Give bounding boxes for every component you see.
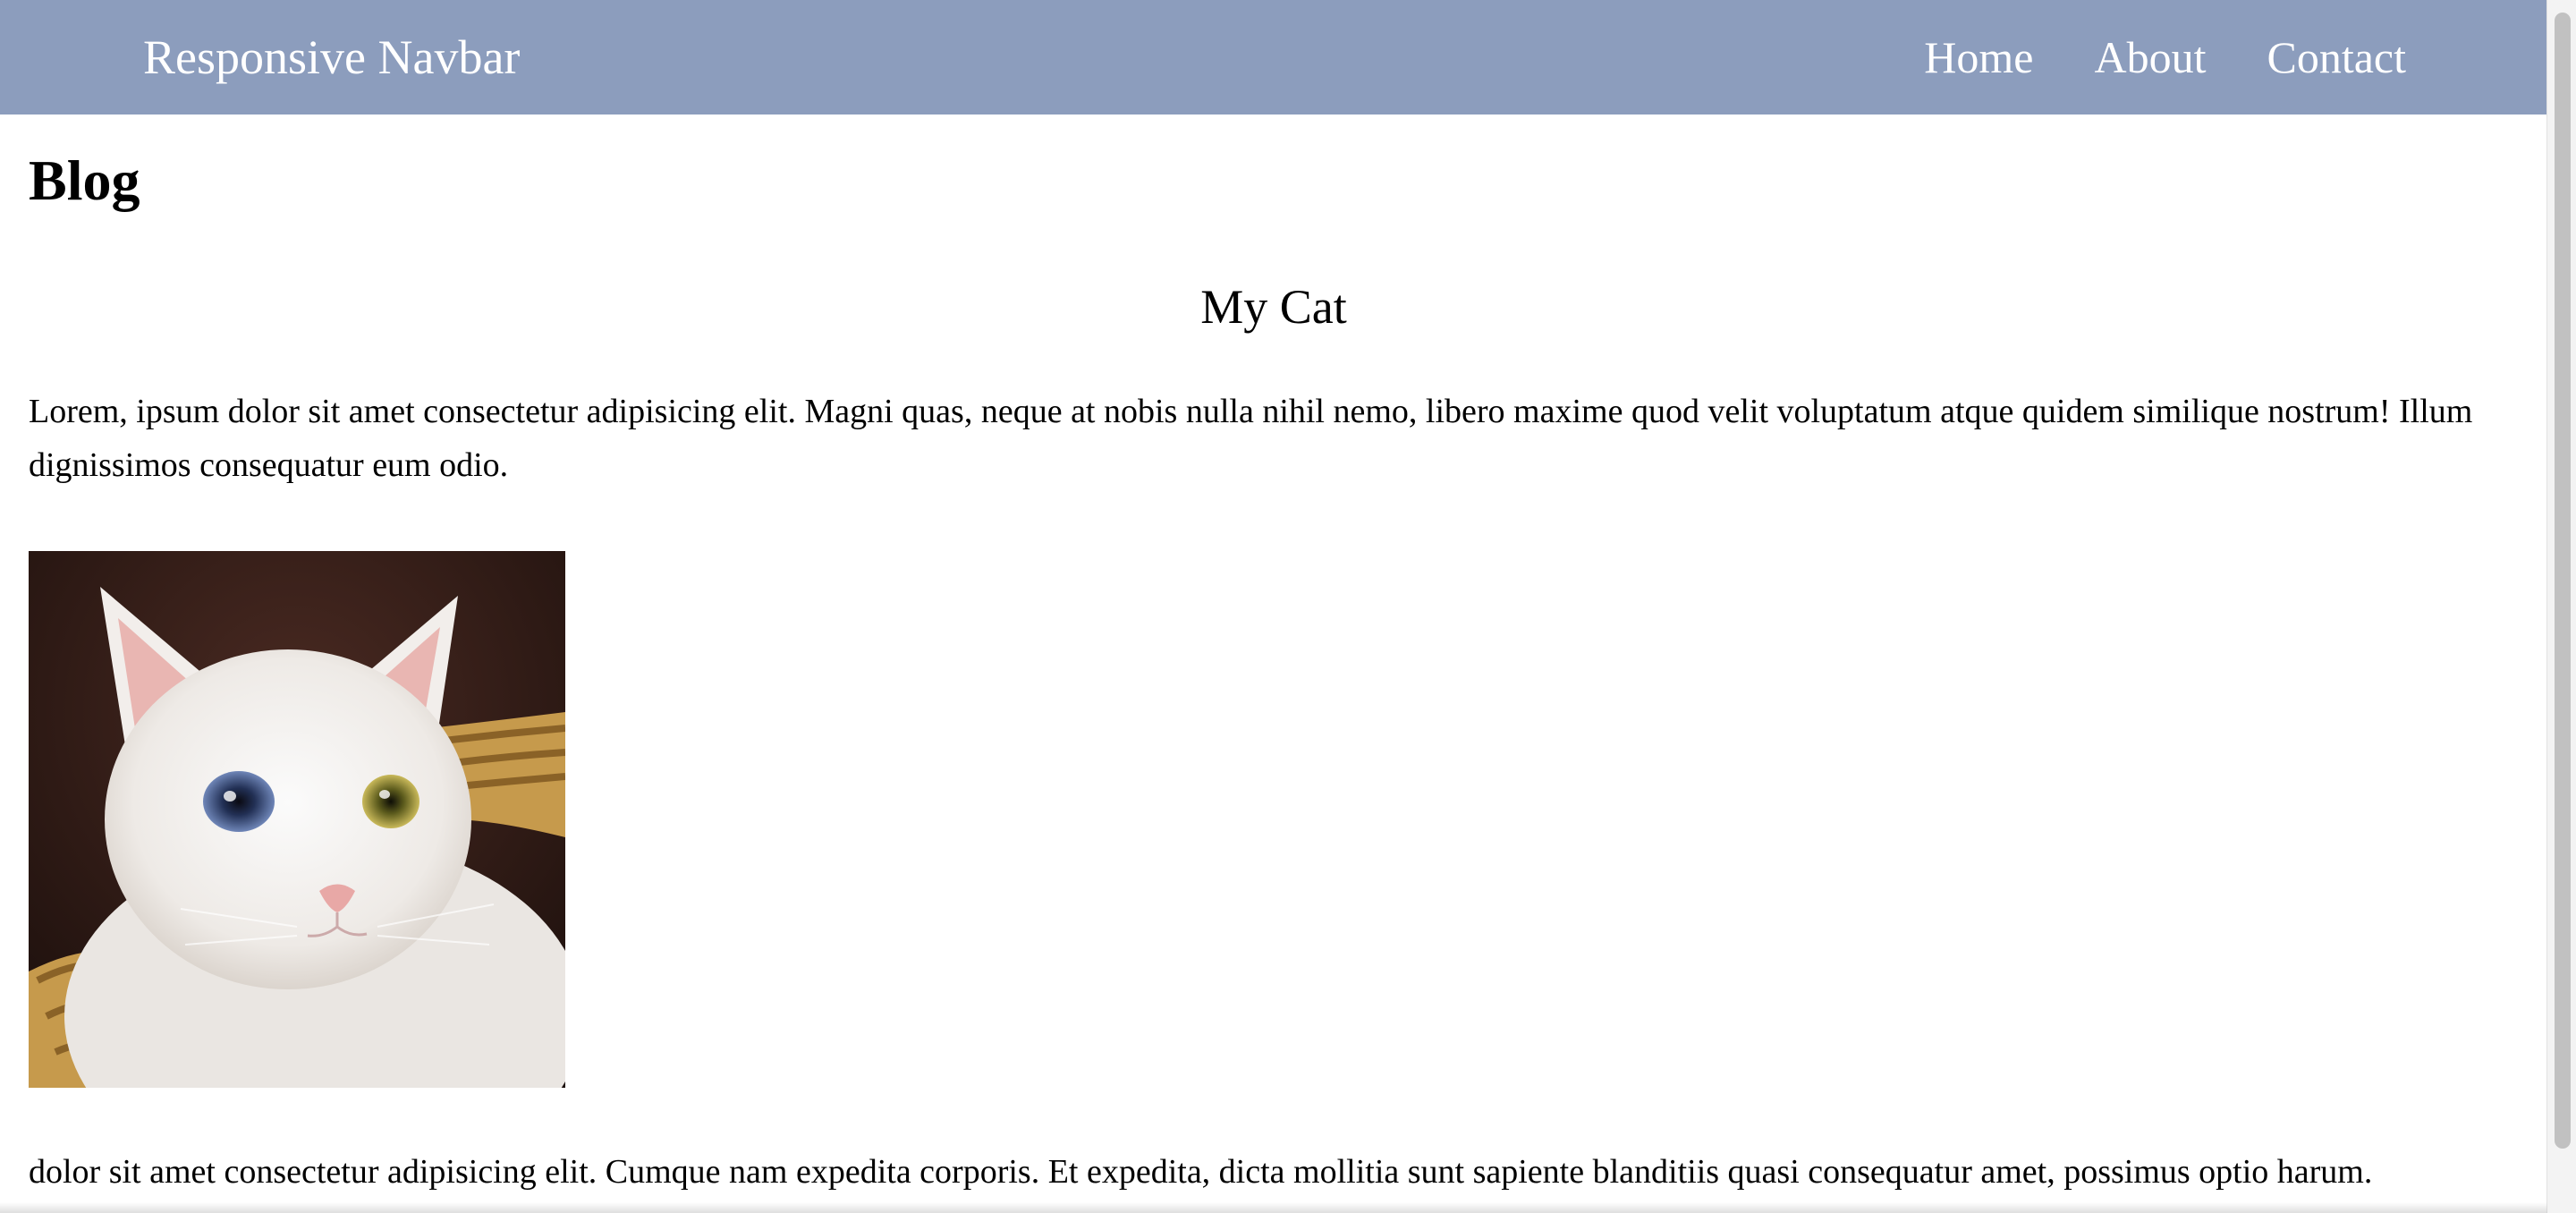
scrollbar[interactable] — [2546, 0, 2576, 1213]
post-paragraph: Lorem, ipsum dolor sit amet consectetur … — [29, 393, 2473, 484]
page: Responsive Navbar Home About Contact Blo… — [0, 0, 2576, 1213]
window-bottom-edge — [0, 1202, 2547, 1213]
post-title: My Cat — [1200, 280, 1347, 334]
page-title: Blog — [29, 148, 140, 212]
nav-links: Home About Contact — [1863, 25, 2406, 89]
navbar: Responsive Navbar Home About Contact — [0, 0, 2547, 115]
nav-link-contact[interactable]: Contact — [2267, 25, 2406, 89]
brand-link[interactable]: Responsive Navbar — [143, 25, 520, 89]
cat-photo — [29, 551, 565, 1088]
nav-link-about[interactable]: About — [2094, 25, 2206, 89]
scrollbar-thumb[interactable] — [2555, 13, 2571, 1149]
nav-link-home[interactable]: Home — [1924, 25, 2033, 89]
post-paragraph: dolor sit amet consectetur adipisicing e… — [29, 1153, 2373, 1191]
